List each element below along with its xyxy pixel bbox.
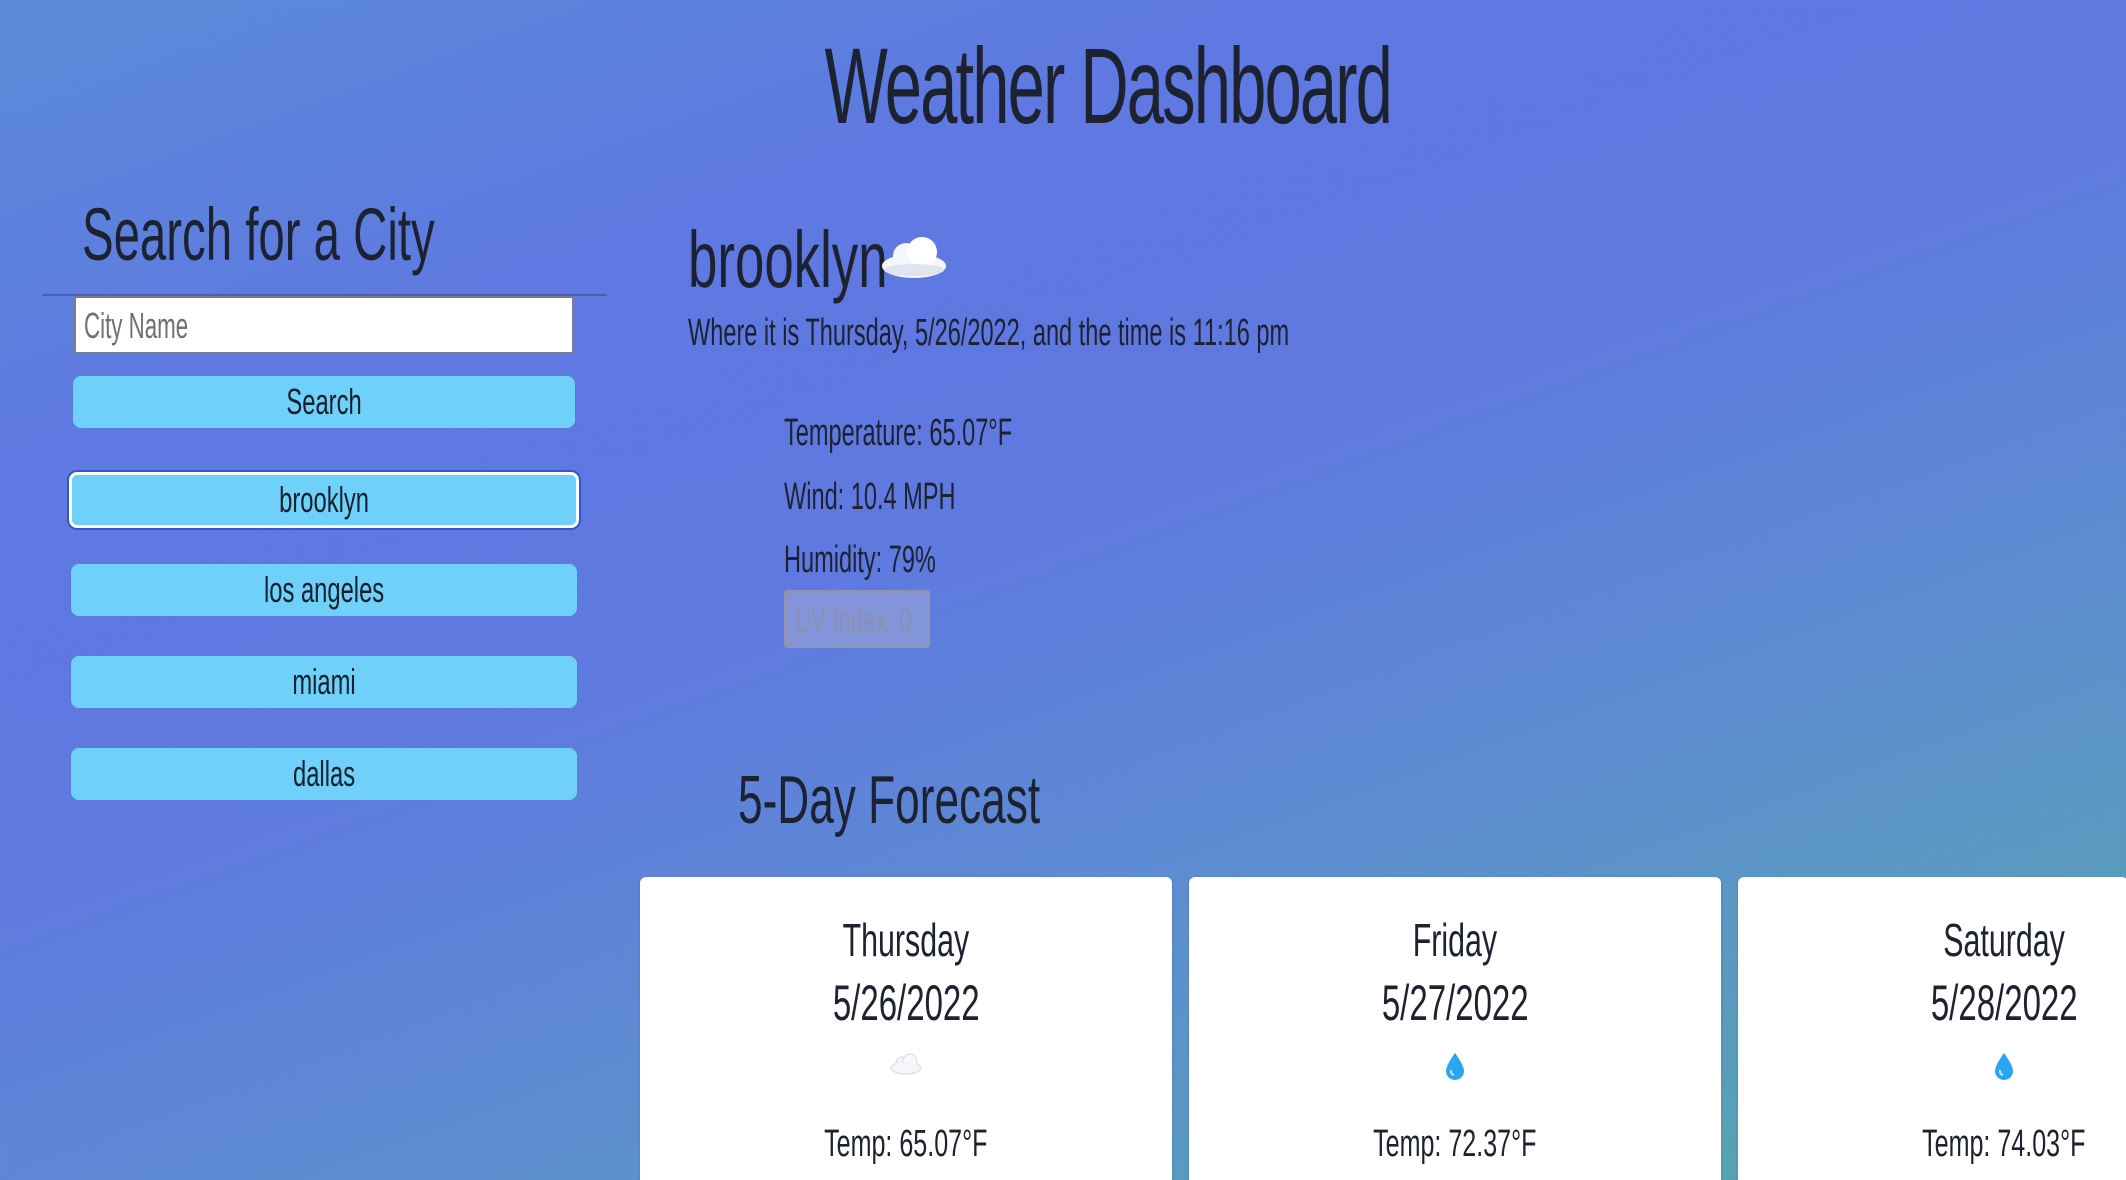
current-city-name: brooklyn <box>688 215 888 304</box>
forecast-day: Thursday <box>842 914 970 966</box>
forecast-card: Thursday 5/26/2022 Temp: 65.07°F <box>640 877 1172 1180</box>
uv-index-badge: UV Index: 0 <box>784 590 930 648</box>
history-button-label: los angeles <box>263 569 385 610</box>
current-datetime: Where it is Thursday, 5/26/2022, and the… <box>688 312 1290 354</box>
current-humidity: Humidity: 79% <box>784 539 936 581</box>
history-button-brooklyn[interactable]: brooklyn <box>69 472 579 528</box>
current-wind: Wind: 10.4 MPH <box>784 476 956 518</box>
sidebar-heading: Search for a City <box>82 193 435 276</box>
forecast-day: Saturday <box>1943 914 2065 966</box>
forecast-date: 5/27/2022 <box>1381 975 1529 1031</box>
droplet-icon <box>1995 1053 2013 1080</box>
forecast-temp: Temp: 72.37°F <box>1373 1123 1537 1165</box>
history-button-label: brooklyn <box>279 479 369 520</box>
search-button[interactable]: Search <box>73 376 575 428</box>
city-search-input[interactable]: City Name <box>74 296 574 354</box>
forecast-date: 5/26/2022 <box>832 975 980 1031</box>
cloud-icon <box>882 237 946 278</box>
history-button-label: dallas <box>292 753 356 794</box>
droplet-icon <box>1446 1053 1464 1080</box>
forecast-heading: 5-Day Forecast <box>738 762 1041 838</box>
forecast-card: Friday 5/27/2022 Temp: 72.37°F <box>1189 877 1721 1180</box>
history-button-los-angeles[interactable]: los angeles <box>71 564 577 616</box>
forecast-temp: Temp: 65.07°F <box>824 1123 988 1165</box>
current-temperature: Temperature: 65.07°F <box>784 412 1013 454</box>
cloud-icon <box>890 1053 922 1075</box>
page-title: Weather Dashboard <box>824 25 1393 146</box>
history-button-dallas[interactable]: dallas <box>71 748 577 800</box>
forecast-temp: Temp: 74.03°F <box>1922 1123 2086 1165</box>
uv-index-label: UV Index: 0 <box>795 600 912 641</box>
history-button-miami[interactable]: miami <box>71 656 577 708</box>
forecast-day: Friday <box>1412 914 1498 966</box>
history-button-label: miami <box>292 661 356 702</box>
search-button-label: Search <box>286 381 362 422</box>
city-search-placeholder: City Name <box>84 305 189 346</box>
forecast-date: 5/28/2022 <box>1930 975 2078 1031</box>
forecast-card: Saturday 5/28/2022 Temp: 74.03°F <box>1738 877 2126 1180</box>
